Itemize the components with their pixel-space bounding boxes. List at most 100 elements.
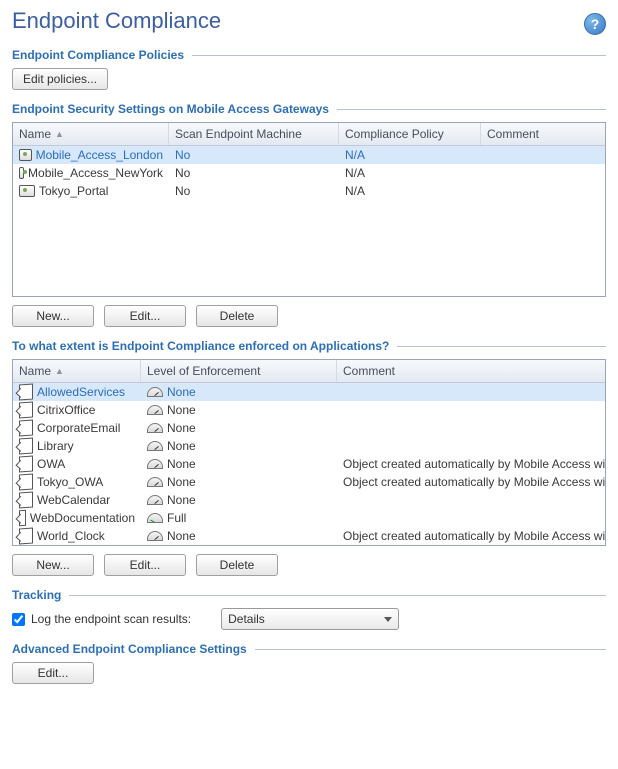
table-row[interactable]: Tokyo_Portal No N/A — [13, 182, 605, 200]
gateways-new-button[interactable]: New... — [12, 305, 94, 327]
col-comment[interactable]: Comment — [337, 360, 605, 382]
col-level[interactable]: Level of Enforcement — [141, 360, 337, 382]
table-row[interactable]: World_Clock None Object created automati… — [13, 527, 605, 545]
divider — [337, 109, 606, 110]
apps-edit-button[interactable]: Edit... — [104, 554, 186, 576]
table-row[interactable]: CitrixOffice None — [13, 401, 605, 419]
edit-policies-button[interactable]: Edit policies... — [12, 68, 108, 90]
dial-icon — [147, 531, 163, 541]
application-icon — [19, 492, 33, 509]
sort-asc-icon: ▲ — [55, 129, 64, 139]
cell-scan: No — [169, 147, 339, 163]
cell-level: None — [167, 403, 196, 417]
cell-level: None — [167, 385, 196, 399]
cell-comment — [337, 409, 605, 411]
cell-comment — [337, 517, 605, 519]
cell-name: Library — [37, 439, 74, 453]
cell-name: World_Clock — [37, 529, 105, 543]
table-row[interactable]: Tokyo_OWA None Object created automatica… — [13, 473, 605, 491]
table-row[interactable]: OWA None Object created automatically by… — [13, 455, 605, 473]
divider — [69, 595, 606, 596]
cell-level: None — [167, 439, 196, 453]
log-level-value: Details — [228, 612, 265, 626]
gateway-icon — [19, 185, 35, 197]
cell-comment — [481, 154, 605, 156]
col-scan[interactable]: Scan Endpoint Machine — [169, 123, 339, 145]
sort-asc-icon: ▲ — [55, 366, 64, 376]
cell-comment: Object created automatically by Mobile A… — [337, 456, 605, 472]
cell-name: Tokyo_OWA — [37, 475, 103, 489]
table-row[interactable]: Mobile_Access_NewYork No N/A — [13, 164, 605, 182]
table-row[interactable]: Library None — [13, 437, 605, 455]
table-header: Name ▲ Scan Endpoint Machine Compliance P… — [13, 123, 605, 146]
apps-new-button[interactable]: New... — [12, 554, 94, 576]
col-policy[interactable]: Compliance Policy — [339, 123, 481, 145]
application-icon — [19, 420, 33, 437]
table-row[interactable]: CorporateEmail None — [13, 419, 605, 437]
cell-level: None — [167, 457, 196, 471]
advanced-edit-button[interactable]: Edit... — [12, 662, 94, 684]
gateways-delete-button[interactable]: Delete — [196, 305, 278, 327]
cell-level: Full — [167, 511, 186, 525]
apps-delete-button[interactable]: Delete — [196, 554, 278, 576]
application-icon — [19, 438, 33, 455]
divider — [397, 346, 606, 347]
divider — [255, 649, 606, 650]
dial-icon — [147, 441, 163, 451]
cell-level: None — [167, 421, 196, 435]
dial-icon — [147, 495, 163, 505]
log-results-label[interactable]: Log the endpoint scan results: — [12, 612, 191, 626]
application-icon — [19, 528, 33, 545]
page-title: Endpoint Compliance — [12, 8, 221, 34]
section-title-policies: Endpoint Compliance Policies — [12, 48, 192, 62]
col-name[interactable]: Name ▲ — [13, 123, 169, 145]
dial-icon — [147, 405, 163, 415]
divider — [192, 55, 606, 56]
cell-policy: N/A — [339, 165, 481, 181]
cell-scan: No — [169, 183, 339, 199]
cell-name: OWA — [37, 457, 65, 471]
cell-level: None — [167, 475, 196, 489]
cell-name: Mobile_Access_London — [36, 148, 163, 162]
cell-comment — [481, 172, 605, 174]
cell-level: None — [167, 493, 196, 507]
cell-comment — [481, 190, 605, 192]
table-header: Name ▲ Level of Enforcement Comment — [13, 360, 605, 383]
cell-level: None — [167, 529, 196, 543]
cell-scan: No — [169, 165, 339, 181]
section-title-advanced: Advanced Endpoint Compliance Settings — [12, 642, 255, 656]
cell-comment — [337, 391, 605, 393]
log-level-select[interactable]: Details — [221, 608, 399, 630]
col-comment[interactable]: Comment — [481, 123, 605, 145]
dial-icon — [147, 513, 163, 523]
apps-table: Name ▲ Level of Enforcement Comment Allow… — [12, 359, 606, 546]
col-name-label: Name — [19, 127, 51, 141]
section-title-gateways: Endpoint Security Settings on Mobile Acc… — [12, 102, 337, 116]
gateway-icon — [19, 149, 32, 161]
gateways-table: Name ▲ Scan Endpoint Machine Compliance P… — [12, 122, 606, 297]
cell-name: Mobile_Access_NewYork — [28, 166, 163, 180]
cell-policy: N/A — [339, 183, 481, 199]
col-name[interactable]: Name ▲ — [13, 360, 141, 382]
cell-comment — [337, 427, 605, 429]
application-icon — [19, 456, 33, 473]
application-icon — [19, 384, 33, 401]
col-name-label: Name — [19, 364, 51, 378]
application-icon — [19, 402, 33, 419]
cell-comment: Object created automatically by Mobile A… — [337, 474, 605, 490]
log-results-text: Log the endpoint scan results: — [31, 612, 191, 626]
section-title-tracking: Tracking — [12, 588, 69, 602]
log-results-checkbox[interactable] — [12, 613, 25, 626]
table-row[interactable]: WebDocumentation Full — [13, 509, 605, 527]
chevron-down-icon — [384, 617, 392, 622]
cell-comment — [337, 499, 605, 501]
table-row[interactable]: Mobile_Access_London No N/A — [13, 146, 605, 164]
table-row[interactable]: WebCalendar None — [13, 491, 605, 509]
table-row[interactable]: AllowedServices None — [13, 383, 605, 401]
gateways-edit-button[interactable]: Edit... — [104, 305, 186, 327]
dial-icon — [147, 387, 163, 397]
gateway-icon — [19, 167, 24, 179]
cell-name: CitrixOffice — [37, 403, 95, 417]
dial-icon — [147, 477, 163, 487]
help-icon[interactable]: ? — [584, 13, 606, 35]
